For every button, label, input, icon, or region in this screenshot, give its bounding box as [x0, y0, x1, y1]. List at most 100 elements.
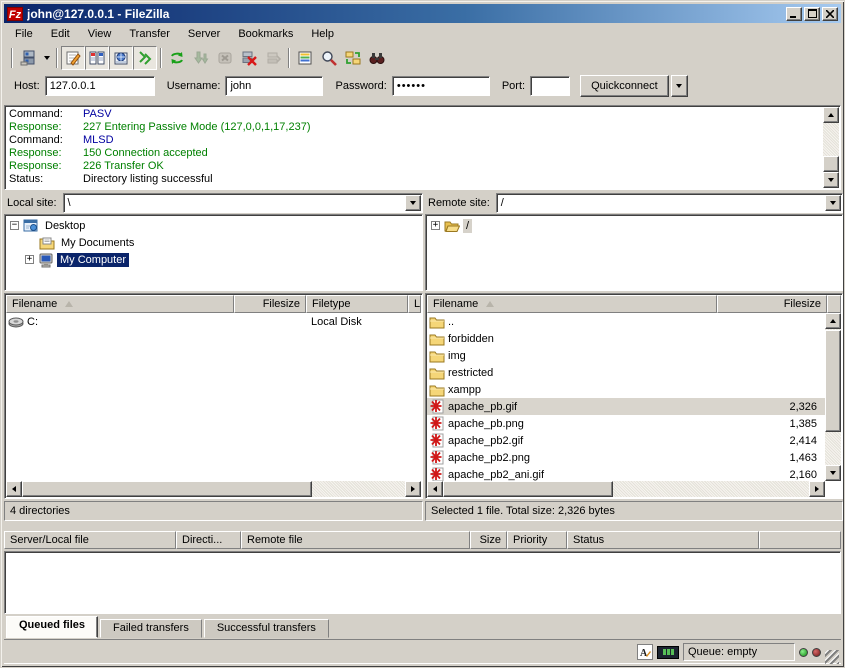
remote-site-label: Remote site: — [425, 197, 496, 209]
scroll-up-button[interactable] — [825, 313, 841, 329]
log-text: 227 Entering Passive Mode (127,0,0,1,17,… — [83, 121, 310, 134]
menu-help[interactable]: Help — [302, 25, 343, 43]
port-input[interactable] — [530, 76, 570, 96]
file-row[interactable]: apache_pb2.png 1,463 — [427, 449, 825, 466]
column-header-size[interactable]: Size — [470, 531, 507, 549]
combo-dropdown-button[interactable] — [825, 195, 841, 211]
file-row-c-drive[interactable]: C: Local Disk — [6, 313, 421, 330]
tree-item-my-computer[interactable]: + My Computer — [5, 251, 422, 268]
quickconnect-dropdown[interactable] — [671, 75, 688, 97]
site-manager-button[interactable] — [16, 46, 40, 70]
refresh-button[interactable] — [165, 46, 189, 70]
tree-item-desktop[interactable]: − Desktop — [5, 217, 422, 234]
speed-limit-indicator-icon[interactable] — [657, 646, 679, 659]
site-manager-dropdown[interactable] — [40, 47, 53, 69]
scrollbar-thumb[interactable] — [22, 481, 312, 497]
reconnect-button[interactable] — [261, 46, 285, 70]
remote-vertical-scrollbar[interactable] — [825, 313, 841, 481]
menu-view[interactable]: View — [79, 25, 121, 43]
column-header-filesize[interactable]: Filesize — [234, 295, 306, 313]
log-line: Command:PASV — [7, 108, 822, 121]
tab-queued-files[interactable]: Queued files — [6, 616, 98, 638]
disconnect-icon — [241, 50, 257, 66]
expand-icon[interactable]: + — [431, 221, 440, 230]
disconnect-button[interactable] — [237, 46, 261, 70]
scroll-left-button[interactable] — [6, 481, 22, 497]
column-header-server-local-file[interactable]: Server/Local file — [4, 531, 176, 549]
host-input[interactable]: 127.0.0.1 — [45, 76, 155, 96]
directory-listing-filters-button[interactable] — [293, 46, 317, 70]
file-row[interactable]: apache_pb.png 1,385 — [427, 415, 825, 432]
menu-file[interactable]: File — [6, 25, 42, 43]
menu-bookmarks[interactable]: Bookmarks — [229, 25, 302, 43]
file-row[interactable]: xampp — [427, 381, 825, 398]
toggle-remote-tree-button[interactable] — [109, 46, 133, 70]
column-header-remote-file[interactable]: Remote file — [241, 531, 470, 549]
combo-dropdown-button[interactable] — [405, 195, 421, 211]
column-header-filename[interactable]: Filename — [6, 295, 234, 313]
column-label: Filesize — [784, 298, 821, 310]
port-label: Port: — [502, 80, 525, 92]
collapse-icon[interactable]: − — [10, 221, 19, 230]
column-header-status[interactable]: Status — [567, 531, 759, 549]
log-text: 150 Connection accepted — [83, 147, 208, 160]
column-header-filetype[interactable]: Filetype — [306, 295, 408, 313]
file-row-selected[interactable]: apache_pb.gif 2,326 — [427, 398, 825, 415]
column-header-filesize[interactable]: Filesize — [717, 295, 827, 313]
local-horizontal-scrollbar[interactable] — [6, 481, 421, 497]
scrollbar-thumb[interactable] — [823, 156, 839, 172]
local-rows: C: Local Disk — [6, 313, 421, 481]
scroll-up-button[interactable] — [823, 107, 839, 123]
maximize-button[interactable] — [804, 7, 820, 21]
file-row[interactable]: img — [427, 347, 825, 364]
minimize-button[interactable] — [786, 7, 802, 21]
column-header-priority[interactable]: Priority — [507, 531, 567, 549]
data-type-indicator-icon[interactable]: A — [637, 644, 653, 660]
column-header-direction[interactable]: Directi... — [176, 531, 241, 549]
process-queue-icon — [193, 50, 209, 66]
tree-item-root[interactable]: + / — [426, 217, 842, 234]
column-header-filename[interactable]: Filename — [427, 295, 717, 313]
remote-rows: .. forbidden img restricted — [427, 313, 825, 481]
menu-transfer[interactable]: Transfer — [120, 25, 179, 43]
log-line: Command:MLSD — [7, 134, 822, 147]
toggle-message-log-button[interactable] — [61, 46, 85, 70]
close-button[interactable] — [822, 7, 838, 21]
dropdown-arrow-icon — [676, 84, 682, 88]
remote-horizontal-scrollbar[interactable] — [427, 481, 825, 497]
log-scrollbar[interactable] — [823, 107, 839, 188]
menu-server[interactable]: Server — [179, 25, 229, 43]
resize-grip[interactable] — [825, 650, 839, 664]
local-site-combo[interactable]: \ — [63, 193, 423, 213]
column-header-last-modified[interactable]: L — [408, 295, 421, 313]
scrollbar-thumb[interactable] — [825, 330, 841, 432]
directory-comparison-button[interactable] — [317, 46, 341, 70]
cancel-operation-button[interactable] — [213, 46, 237, 70]
expand-icon[interactable]: + — [25, 255, 34, 264]
desktop-icon — [23, 218, 39, 234]
remote-site-combo[interactable]: / — [496, 193, 843, 213]
tab-failed-transfers[interactable]: Failed transfers — [100, 619, 202, 638]
file-row[interactable]: .. — [427, 313, 825, 330]
scroll-down-button[interactable] — [825, 465, 841, 481]
tree-item-my-documents[interactable]: My Documents — [5, 234, 422, 251]
synchronized-browsing-button[interactable] — [341, 46, 365, 70]
file-row[interactable]: restricted — [427, 364, 825, 381]
scrollbar-thumb[interactable] — [443, 481, 613, 497]
quickconnect-button[interactable]: Quickconnect — [580, 75, 669, 97]
activity-led-red-icon — [812, 648, 821, 657]
file-row[interactable]: apache_pb2.gif 2,414 — [427, 432, 825, 449]
password-input[interactable]: •••••• — [392, 76, 490, 96]
process-queue-button[interactable] — [189, 46, 213, 70]
scroll-down-button[interactable] — [823, 172, 839, 188]
scroll-right-button[interactable] — [405, 481, 421, 497]
scroll-right-button[interactable] — [809, 481, 825, 497]
menu-edit[interactable]: Edit — [42, 25, 79, 43]
toggle-local-tree-button[interactable] — [85, 46, 109, 70]
tab-successful-transfers[interactable]: Successful transfers — [204, 619, 329, 638]
file-row[interactable]: forbidden — [427, 330, 825, 347]
scroll-left-button[interactable] — [427, 481, 443, 497]
toggle-transfer-queue-button[interactable] — [133, 46, 157, 70]
username-input[interactable]: john — [225, 76, 323, 96]
find-files-button[interactable] — [365, 46, 389, 70]
